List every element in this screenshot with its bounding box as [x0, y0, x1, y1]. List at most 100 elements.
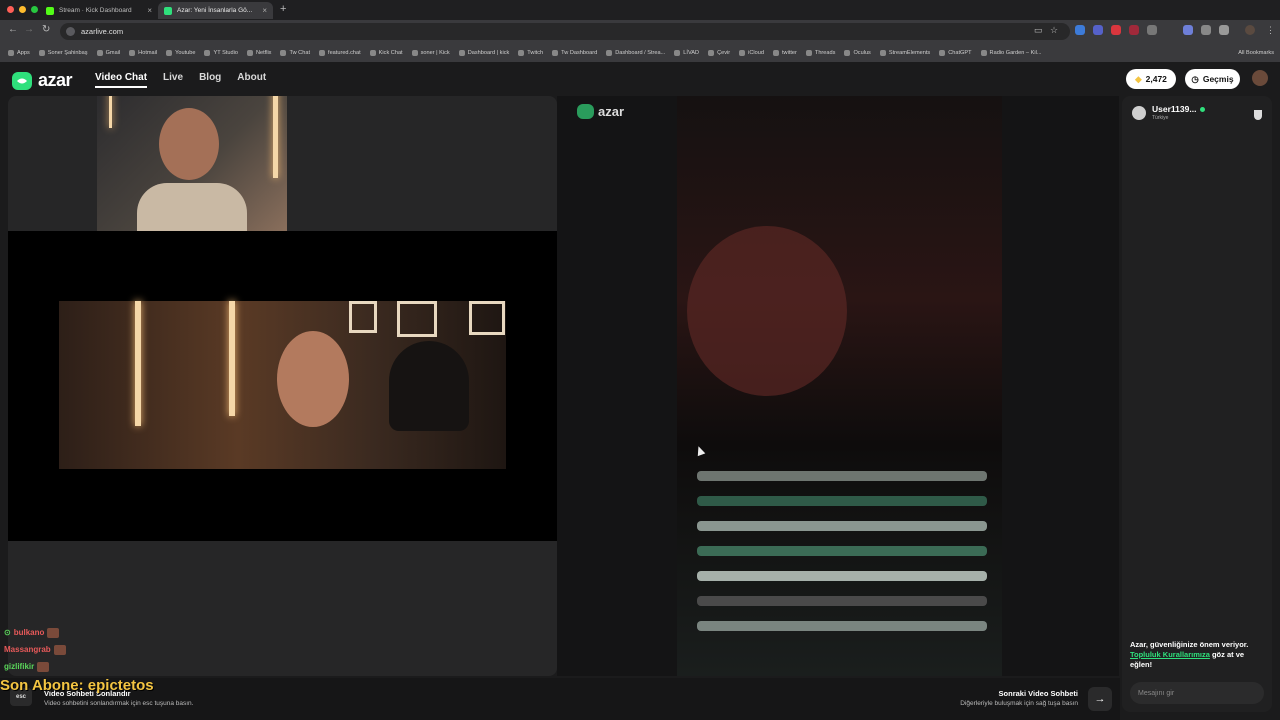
extension-icon[interactable] [1147, 25, 1157, 35]
bookmark-item[interactable]: LİVAD [674, 50, 699, 56]
community-guidelines-link[interactable]: Topluluk Kurallarımıza [1130, 650, 1210, 659]
bookmark-label: ChatGPT [948, 50, 972, 56]
wall-frame [469, 301, 505, 335]
address-bar[interactable]: azarlive.com [60, 23, 1070, 40]
extension-icon[interactable] [1093, 25, 1103, 35]
bookmark-label: Oculus [853, 50, 871, 56]
bookmark-label: Çevir [717, 50, 731, 56]
bookmark-label: LİVAD [683, 50, 700, 56]
peer-name: User1139... [1152, 104, 1197, 114]
back-icon[interactable]: ← [8, 24, 18, 35]
bookmark-item[interactable]: Soner Şahinbaş [38, 50, 88, 56]
bookmark-favicon-icon [129, 50, 136, 56]
browser-tab[interactable]: Stream · Kick Dashboard × [40, 2, 158, 19]
bookmark-item[interactable]: Dashboard | kick [458, 50, 509, 56]
bookmark-item[interactable]: Oculus [844, 50, 871, 56]
bookmark-label: Tw Dashboard [561, 50, 598, 56]
extension-icon[interactable] [1183, 25, 1193, 35]
bookmark-item[interactable]: featured.chat [319, 50, 361, 56]
overlay-username: gizlifikir [4, 662, 35, 671]
close-tab-icon[interactable]: × [262, 6, 267, 15]
gems-button[interactable]: ◆ 2,472 [1126, 69, 1176, 89]
bookmark-favicon-icon [246, 50, 253, 56]
wall-frame [397, 301, 437, 337]
maximize-window-button[interactable] [31, 6, 38, 13]
all-bookmarks-button[interactable]: All Bookmarks [1238, 50, 1280, 56]
forward-icon[interactable]: → [24, 24, 34, 35]
shirt-stripe [697, 546, 987, 556]
close-window-button[interactable] [7, 6, 14, 13]
bookmark-item[interactable]: YT Studio [204, 50, 238, 56]
bookmark-star-icon[interactable]: ☆ [1050, 25, 1058, 36]
bookmark-item[interactable]: Tw Dashboard [552, 50, 597, 56]
bookmark-item[interactable]: Netflix [246, 50, 271, 56]
minimize-window-button[interactable] [19, 6, 26, 13]
end-chat-desc: Video sohbetini sonlandırmak için esc tu… [44, 700, 194, 707]
chat-panel: User1139... Türkiye Azar, güvenliğinize … [1122, 96, 1272, 712]
light-strip [109, 96, 112, 128]
menu-kebab-icon[interactable]: ⋮ [1266, 25, 1275, 36]
bookmark-item[interactable]: Apps [8, 50, 30, 56]
bookmark-item[interactable]: Hotmail [129, 50, 157, 56]
next-chat-button[interactable]: → [1088, 687, 1112, 711]
bookmark-item[interactable]: Twitch [518, 50, 543, 56]
light-strip [135, 301, 141, 426]
bookmark-label: Dashboard / Strea... [615, 50, 666, 56]
new-tab-icon[interactable]: + [280, 3, 286, 15]
cast-icon[interactable]: ▭ [1034, 25, 1043, 36]
history-label: Geçmiş [1202, 74, 1234, 84]
site-info-icon[interactable] [66, 27, 75, 36]
extension-icon[interactable] [1111, 25, 1121, 35]
bookmark-item[interactable]: ChatGPT [939, 50, 972, 56]
bookmark-item[interactable]: Radio Garden – Kil... [980, 50, 1042, 56]
bookmark-item[interactable]: soner | Kick [411, 50, 450, 56]
gem-count: 2,472 [1145, 74, 1167, 84]
browser-tab-active[interactable]: Azar: Yeni İnsanlarla Gö... × [158, 2, 273, 19]
reload-icon[interactable]: ↻ [42, 24, 50, 35]
bookmark-item[interactable]: Tw Chat [280, 50, 310, 56]
bookmark-item[interactable]: Dashboard / Strea... [606, 50, 665, 56]
nav-about[interactable]: About [237, 72, 266, 88]
bookmark-label: Radio Garden – Kil... [989, 50, 1042, 56]
bookmark-item[interactable]: StreamElements [879, 50, 930, 56]
puzzle-icon[interactable] [1219, 25, 1229, 35]
light-strip [273, 96, 278, 178]
report-shield-icon[interactable] [1254, 110, 1262, 120]
extension-icon[interactable] [1201, 25, 1211, 35]
shirt-stripe [697, 471, 987, 481]
bookmark-item[interactable]: iCloud [739, 50, 764, 56]
azar-logo-icon [12, 71, 32, 90]
next-chat-desc: Diğerleriyle buluşmak için sağ tuşa bası… [960, 700, 1078, 707]
overlay-item: gizlifikir [4, 660, 66, 673]
bookmark-item[interactable]: twitter [772, 50, 797, 56]
azar-favicon-icon [164, 6, 172, 15]
profile-avatar[interactable] [1245, 25, 1255, 35]
peer-shadow [687, 226, 847, 396]
bookmark-favicon-icon [674, 50, 681, 56]
extension-icon[interactable] [1075, 25, 1085, 35]
arrow-right-icon: → [1094, 693, 1106, 705]
bookmark-item[interactable]: Youtube [166, 50, 195, 56]
url-text: azarlive.com [81, 27, 124, 36]
bookmark-label: iCloud [748, 50, 764, 56]
extension-icon[interactable] [1129, 25, 1139, 35]
bookmark-item[interactable]: Gmail [96, 50, 120, 56]
close-tab-icon[interactable]: × [147, 6, 152, 15]
azar-logo[interactable]: azar [12, 70, 73, 91]
user-avatar[interactable] [1252, 70, 1268, 86]
streamer-face [277, 331, 349, 427]
nav-blog[interactable]: Blog [199, 72, 221, 88]
nav-video-chat[interactable]: Video Chat [95, 72, 148, 88]
bookmark-item[interactable]: Kick Chat [369, 50, 403, 56]
bookmark-item[interactable]: Threads [805, 50, 836, 56]
bookmark-label: Threads [814, 50, 836, 56]
message-input[interactable]: Mesajını gir [1130, 682, 1264, 704]
bookmark-label: Youtube [175, 50, 196, 56]
history-button[interactable]: ◷ Geçmiş [1185, 69, 1240, 89]
nav-live[interactable]: Live [163, 72, 183, 88]
shirt-stripe [697, 621, 987, 631]
overlay-item: Massangrab [4, 643, 66, 656]
peer-profile[interactable]: User1139... Türkiye [1132, 104, 1206, 121]
bookmark-item[interactable]: Çevir [708, 50, 730, 56]
logo-text: azar [38, 70, 73, 90]
